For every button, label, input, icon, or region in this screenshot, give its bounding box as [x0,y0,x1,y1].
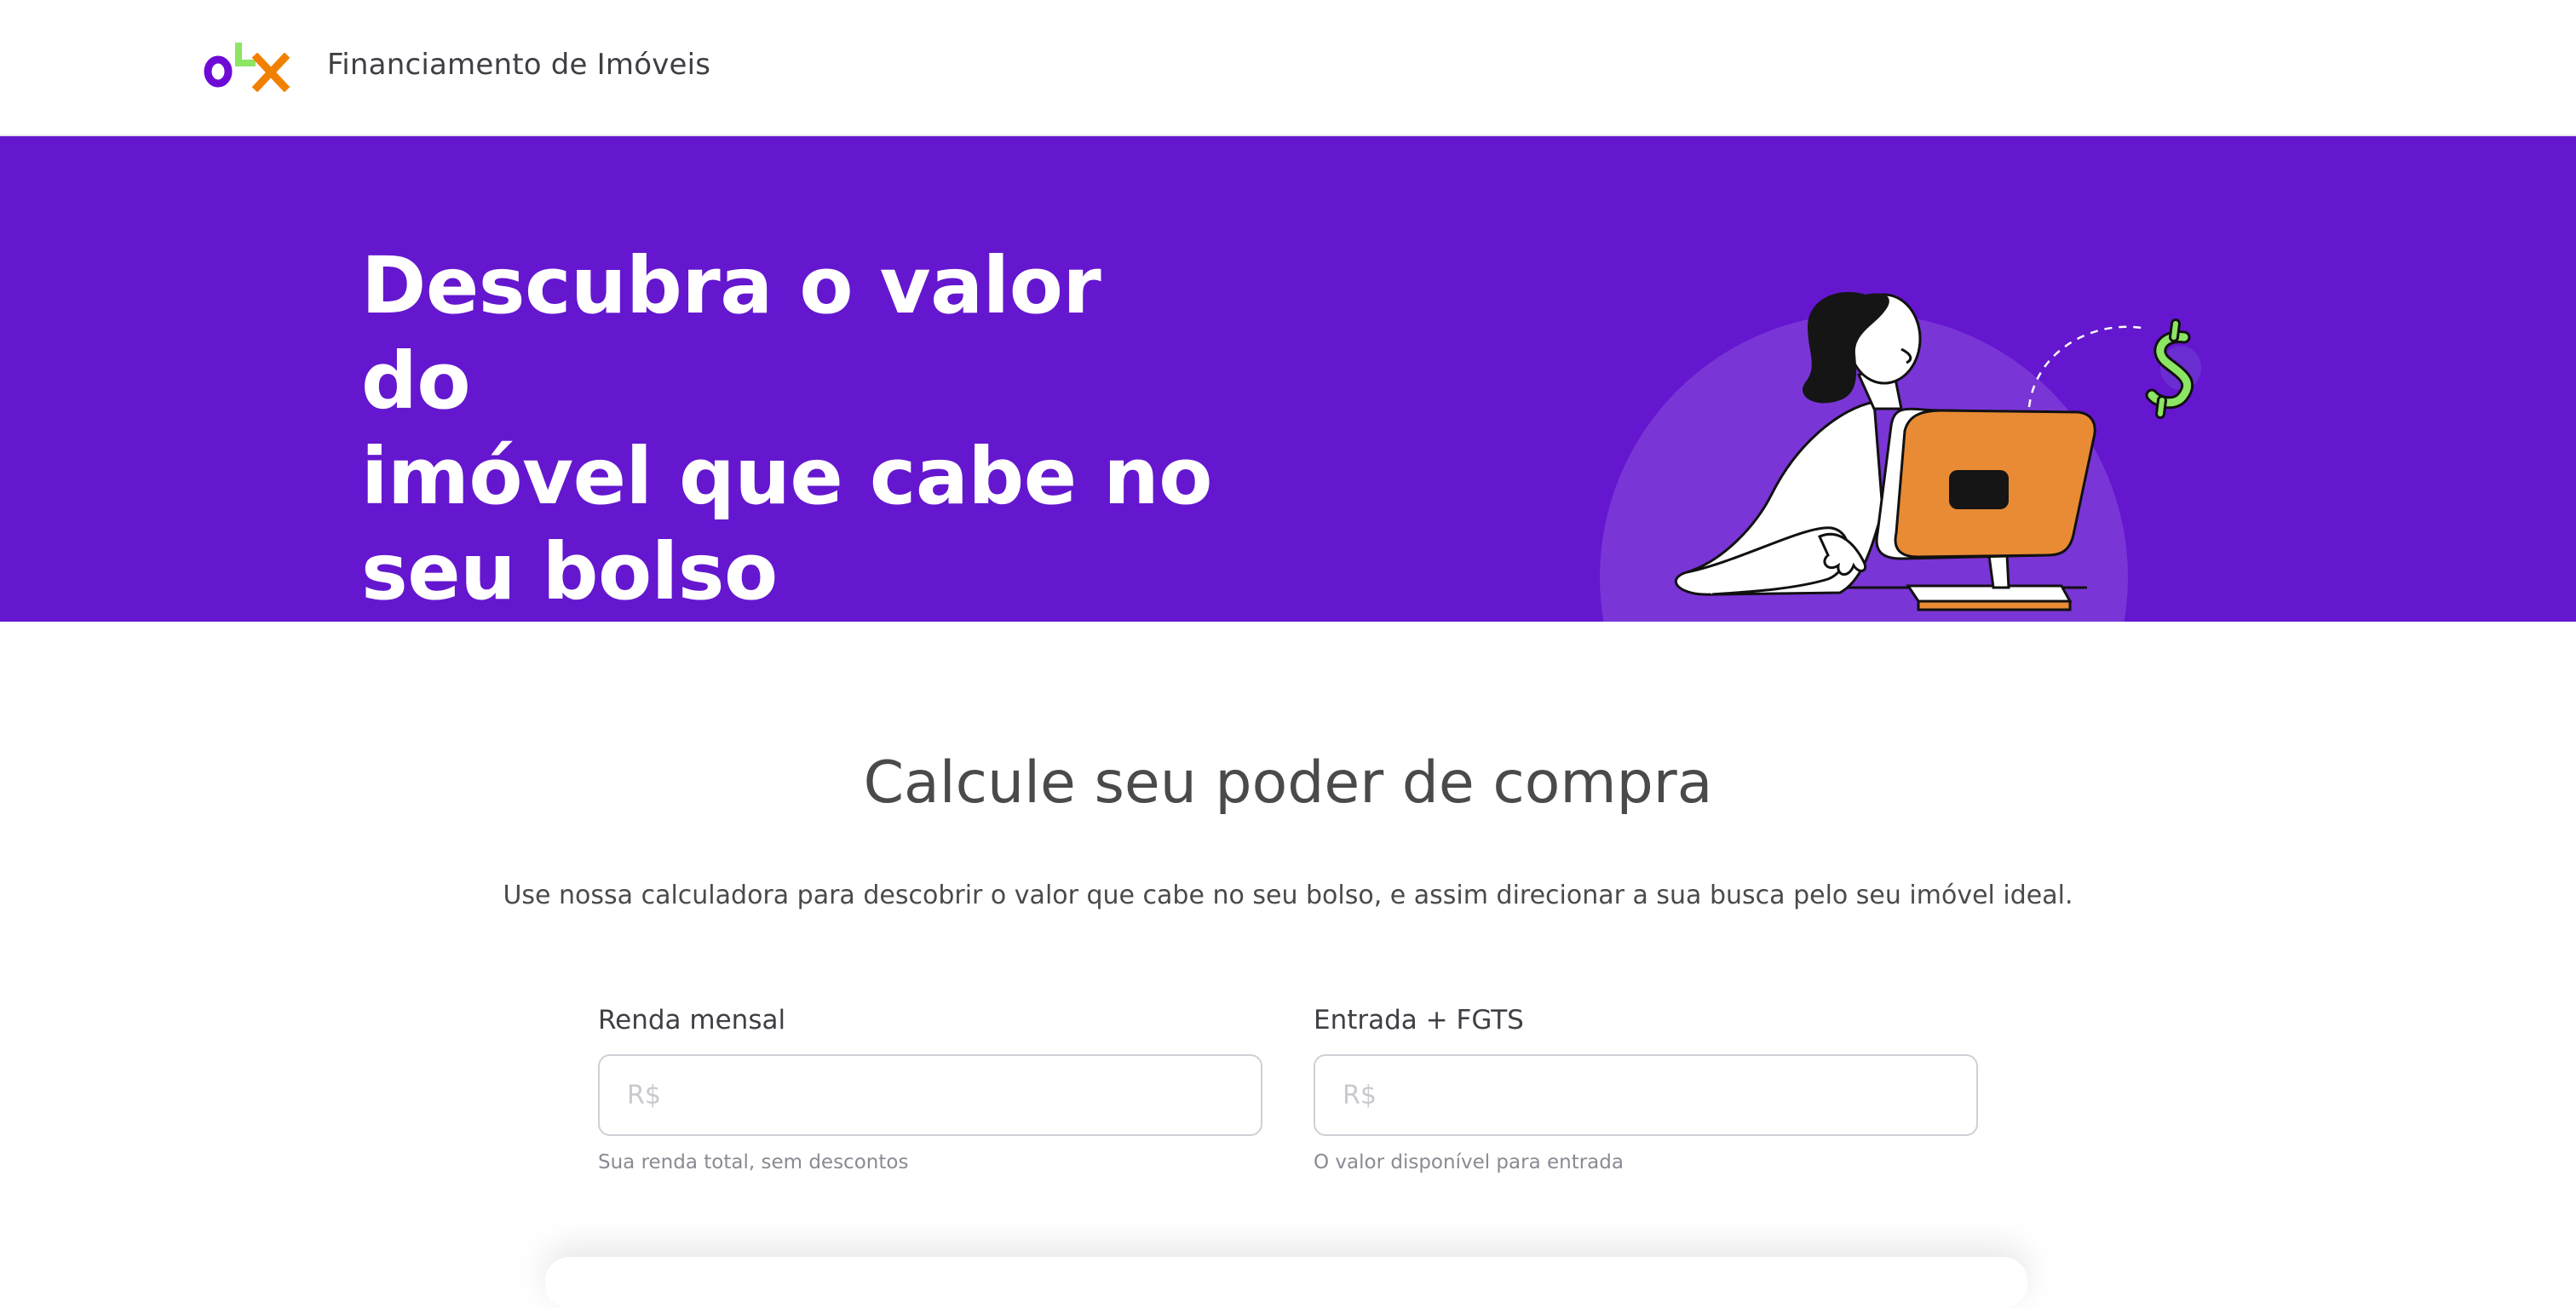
down-payment-input[interactable] [1314,1054,1978,1136]
hero-title-line-3: seu bolso [361,526,778,617]
hero-title: Descubra o valor do imóvel que cabe no s… [361,238,1213,620]
monthly-income-field: Renda mensal Sua renda total, sem descon… [598,1005,1262,1173]
hero-title-line-1: Descubra o valor do [361,240,1101,427]
monthly-income-help: Sua renda total, sem descontos [598,1151,909,1173]
down-payment-field: Entrada + FGTS O valor disponível para e… [1314,1005,1978,1173]
results-card [545,1257,2027,1308]
monthly-income-label: Renda mensal [598,1005,786,1036]
hero-title-line-2: imóvel que cabe no [361,431,1212,522]
monthly-income-input[interactable] [598,1054,1262,1136]
brand-title: Financiamento de Imóveis [327,48,711,82]
woman-at-computer-illustration [1600,291,2201,622]
calculator-title: Calcule seu poder de compra [863,749,1713,817]
dollar-sign-icon [2145,318,2201,419]
olx-logo[interactable] [201,41,290,92]
hero-banner: Descubra o valor do imóvel que cabe no s… [0,136,2576,622]
site-header: Financiamento de Imóveis [0,0,2576,136]
down-payment-help: O valor disponível para entrada [1314,1151,1624,1173]
calculator-description: Use nossa calculadora para descobrir o v… [503,881,2073,910]
down-payment-label: Entrada + FGTS [1314,1005,1524,1036]
